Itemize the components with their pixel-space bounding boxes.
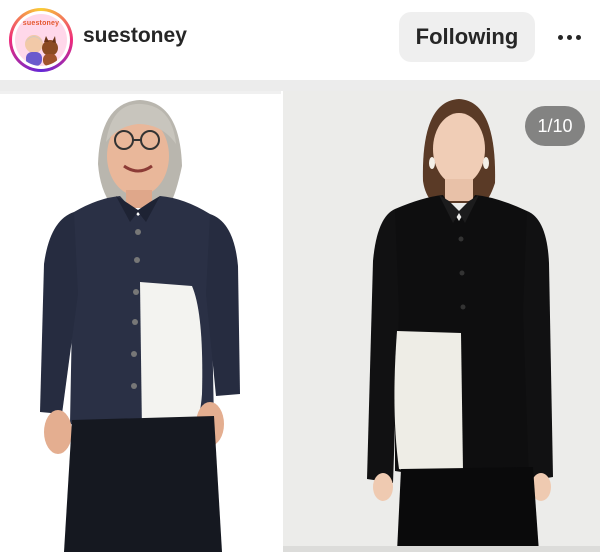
more-options-button[interactable] [550, 22, 590, 52]
post-media-carousel[interactable] [0, 91, 600, 552]
more-options-icon [576, 35, 581, 40]
carousel-counter: 1/10 [525, 106, 585, 146]
model-photo-illustration [367, 99, 553, 552]
photo-woman-wearing-shirt [0, 91, 281, 552]
post-header: suestoney suestoney Following [0, 0, 600, 80]
following-button[interactable]: Following [399, 12, 535, 62]
more-options-icon [567, 35, 572, 40]
avatar-ring-gap: suestoney [12, 11, 70, 69]
photo-bottom-strip [283, 546, 600, 552]
avatar-story-ring[interactable]: suestoney [9, 8, 73, 72]
avatar[interactable]: suestoney [15, 14, 67, 66]
more-options-icon [558, 35, 563, 40]
photo-model-wearing-shirt [283, 91, 600, 552]
header-divider [0, 80, 600, 91]
woman-photo-illustration [40, 100, 240, 552]
avatar-wordmark: suestoney [22, 20, 60, 27]
username[interactable]: suestoney [83, 24, 187, 48]
